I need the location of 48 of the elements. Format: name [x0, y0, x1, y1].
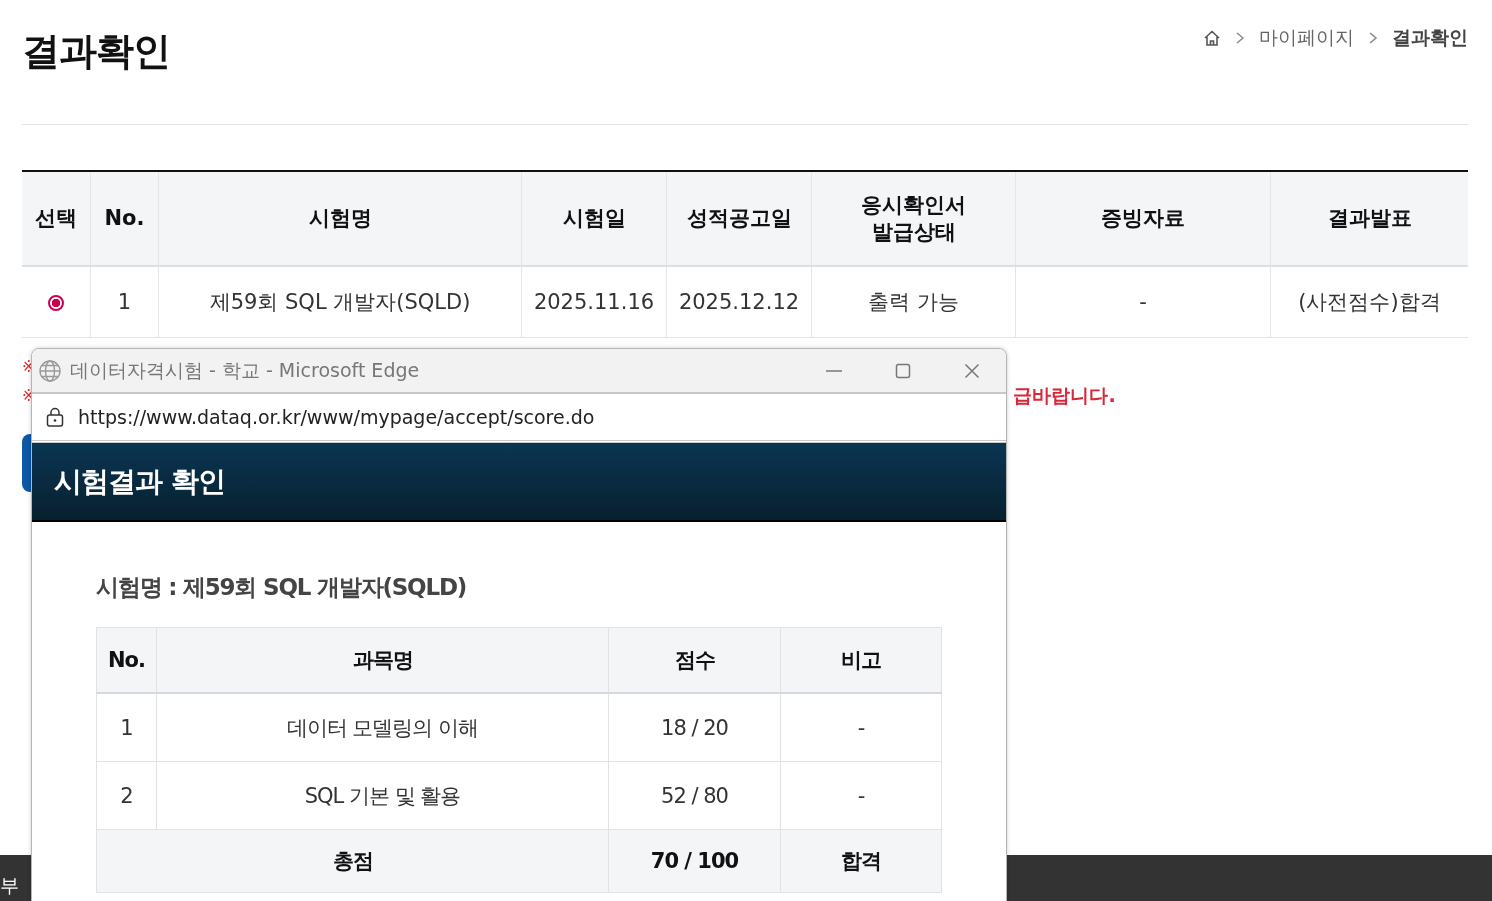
column-header: 점수: [674, 648, 715, 672]
column-header: 성적공고일: [686, 206, 792, 231]
column-header: 시험명: [308, 206, 372, 231]
column-header: 결과발표: [1327, 206, 1412, 231]
table-cell: 52 / 80: [661, 783, 728, 808]
column-header: 응시확인서 발급상태: [861, 193, 966, 244]
column-header: No.: [104, 206, 145, 231]
window-title: 데이터자격시험 - 학교 - Microsoft Edge: [70, 357, 420, 383]
table-cell: 출력 가능: [868, 290, 959, 314]
total-result: 합격: [841, 849, 881, 873]
column-header: 선택: [35, 206, 77, 231]
table-cell: (사전점수)합격: [1298, 290, 1441, 314]
popup-title: 시험결과 확인: [54, 463, 225, 500]
table-cell: 2025.12.12: [678, 290, 800, 314]
url-text: https://www.dataq.or.kr/www/mypage/accept/score.do: [78, 406, 595, 428]
lock-icon: [46, 407, 64, 427]
close-icon: [963, 362, 980, 379]
column-header: 과목명: [352, 648, 413, 672]
radio-button[interactable]: [48, 295, 64, 311]
page-title: 결과확인: [22, 28, 170, 75]
table-cell: -: [1139, 290, 1147, 314]
home-icon: [1203, 29, 1221, 47]
table-cell: 18 / 20: [661, 715, 728, 740]
table-cell: 2: [120, 783, 133, 808]
column-header: 증빙자료: [1101, 206, 1185, 231]
total-score: 70 / 100: [650, 849, 739, 873]
exam-name: 시험명 : 제59회 SQL 개발자(SQLD): [96, 573, 468, 602]
breadcrumb-link[interactable]: 마이페이지: [1259, 25, 1354, 51]
chevron-icon: [1235, 31, 1245, 45]
maximize-icon: [894, 362, 911, 379]
chevron-icon: [1368, 31, 1378, 45]
table-cell: 2025.11.16: [533, 290, 655, 314]
table-cell: -: [857, 715, 865, 740]
table-cell: 데이터 모델링의 이해: [286, 715, 479, 740]
minimize-icon: [825, 369, 842, 372]
total-label: 총점: [332, 849, 373, 873]
notice-text: 급바랍니다.: [1013, 382, 1116, 408]
globe-icon: [38, 358, 62, 383]
breadcrumb-link[interactable]: 결과확인: [1392, 25, 1468, 51]
footer-text: 부: [0, 873, 19, 898]
table-cell: -: [857, 783, 865, 808]
table-cell: 1: [120, 715, 133, 740]
column-header: 비고: [841, 648, 881, 672]
table-cell: 1: [117, 290, 132, 314]
column-header: 시험일: [562, 206, 626, 231]
table-cell: SQL 기본 및 활용: [304, 783, 461, 808]
column-header: No.: [108, 648, 145, 672]
table-cell: 제59회 SQL 개발자(SQLD): [209, 290, 471, 314]
